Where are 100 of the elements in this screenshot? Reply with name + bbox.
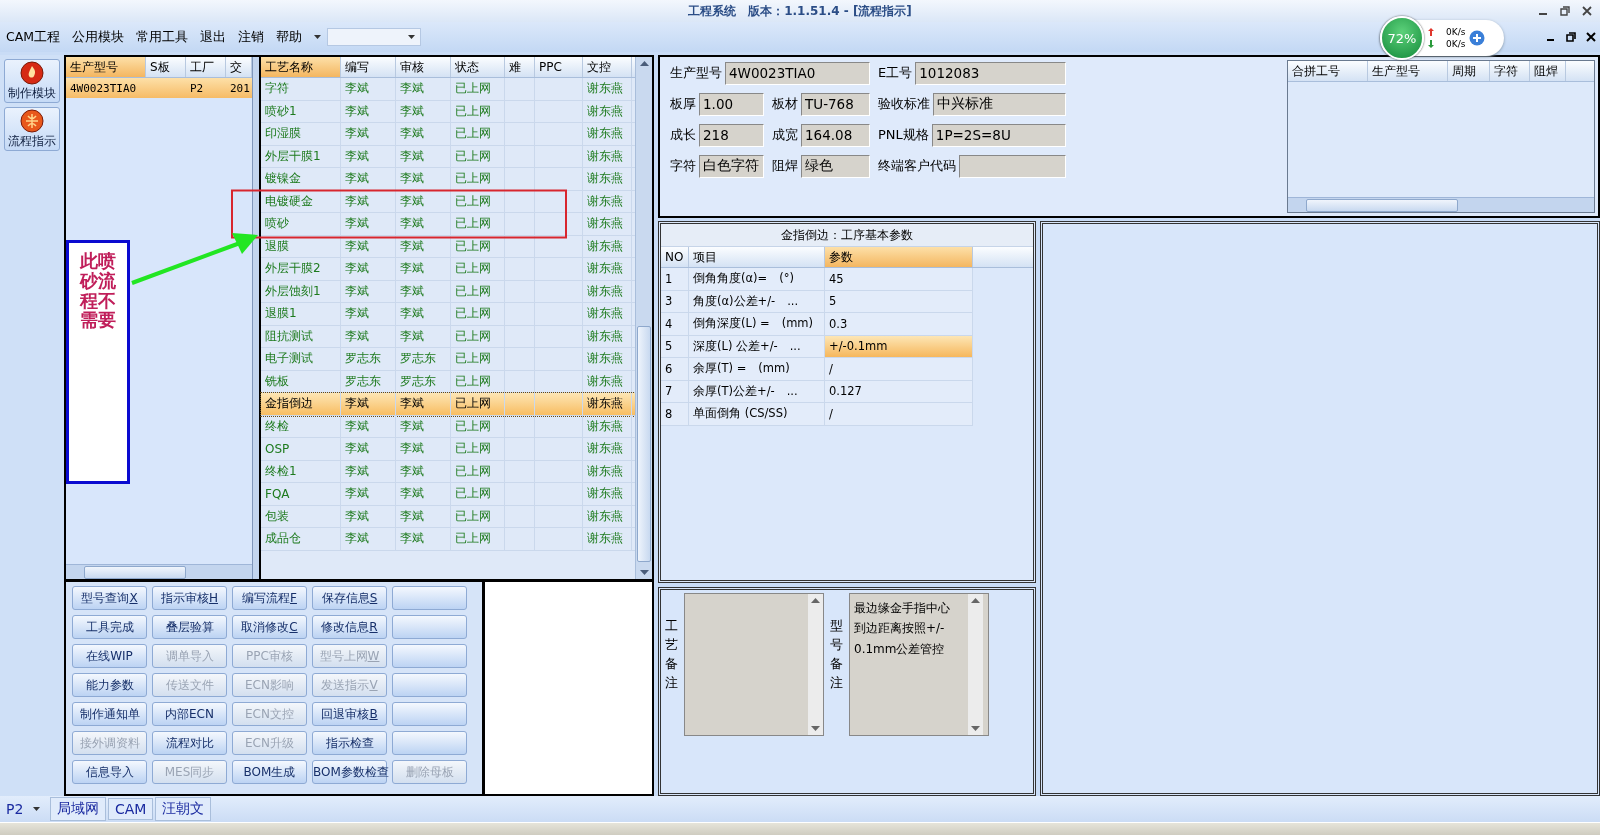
column-header[interactable]: 审核	[396, 57, 451, 77]
menu-item[interactable]: 帮助	[276, 28, 303, 46]
scroll-up-icon[interactable]	[639, 61, 649, 66]
parameter-row[interactable]: 7 余厚(T)公差+/- ... 0.127	[661, 380, 1033, 403]
input-field[interactable]: 白色字符	[699, 154, 764, 178]
column-header[interactable]: 难	[505, 57, 535, 77]
process-row[interactable]: 喷砂1 李斌 李斌 已上网 谢东燕	[261, 100, 635, 123]
site-dropdown[interactable]: P2	[6, 801, 48, 817]
close-icon[interactable]	[1586, 32, 1596, 42]
column-header[interactable]: 生产型号	[1368, 61, 1448, 81]
input-field[interactable]: 绿色	[801, 154, 870, 178]
action-button[interactable]: 型号查询X	[72, 586, 147, 610]
caret-icon[interactable]	[33, 807, 41, 811]
input-field[interactable]: TU-768	[801, 92, 870, 116]
parameter-row[interactable]: 8 单面倒角 (CS/SS) /	[661, 403, 1033, 426]
menu-item[interactable]: 常用工具	[136, 28, 189, 46]
column-header[interactable]: 编写	[341, 57, 396, 77]
parameter-row[interactable]: 4 倒角深度(L) = (mm) 0.3	[661, 313, 1033, 336]
action-button[interactable]: 在线WIP	[72, 644, 147, 668]
parameter-row[interactable]: 6 余厚(T) = (mm) /	[661, 358, 1033, 381]
column-header[interactable]: 状态	[451, 57, 505, 77]
process-row[interactable]: 电子测试 罗志东 罗志东 已上网 谢东燕	[261, 348, 635, 371]
caret-icon[interactable]	[314, 35, 322, 39]
input-field[interactable]: 164.08	[801, 123, 870, 147]
column-header[interactable]: 工艺名称	[261, 57, 341, 77]
scroll-up-icon[interactable]	[811, 598, 820, 603]
input-field[interactable]: 中兴标准	[933, 92, 1066, 116]
menu-item[interactable]: CAM工程	[6, 28, 61, 46]
column-header[interactable]: 周期	[1448, 61, 1490, 81]
scroll-down-icon[interactable]	[811, 726, 820, 731]
restore-icon[interactable]	[1560, 6, 1570, 16]
process-row[interactable]: 外层干膜2 李斌 李斌 已上网 谢东燕	[261, 258, 635, 281]
process-row[interactable]: 喷砂 李斌 李斌 已上网 谢东燕	[261, 213, 635, 236]
input-field[interactable]: 1.00	[699, 92, 764, 116]
input-field[interactable]: 218	[699, 123, 764, 147]
module-button[interactable]: 制作模块	[4, 59, 60, 103]
process-row[interactable]: 包装 李斌 李斌 已上网 谢东燕	[261, 505, 635, 528]
input-field[interactable]: 1012083	[915, 61, 1066, 85]
process-row[interactable]: 电镀硬金 李斌 李斌 已上网 谢东燕	[261, 190, 635, 213]
process-row[interactable]: 外层干膜1 李斌 李斌 已上网 谢东燕	[261, 145, 635, 168]
process-row[interactable]: 外层蚀刻1 李斌 李斌 已上网 谢东燕	[261, 280, 635, 303]
column-header[interactable]: NO	[661, 247, 689, 267]
caret-icon[interactable]	[408, 35, 416, 39]
scroll-down-icon[interactable]	[971, 726, 980, 731]
process-row[interactable]: OSP 李斌 李斌 已上网 谢东燕	[261, 438, 635, 461]
process-row[interactable]: 终检 李斌 李斌 已上网 谢东燕	[261, 415, 635, 438]
action-button[interactable]: 回退审核B	[312, 702, 387, 726]
process-row[interactable]: 退膜1 李斌 李斌 已上网 谢东燕	[261, 303, 635, 326]
column-header[interactable]: 参数	[825, 247, 973, 267]
parameter-row[interactable]: 3 角度(α)公差+/- ... 5	[661, 290, 1033, 313]
input-field[interactable]: 1P=2S=8U	[931, 123, 1066, 147]
scroll-down-icon[interactable]	[639, 570, 649, 575]
action-button[interactable]: 指示审核H	[152, 586, 227, 610]
process-row[interactable]: 阻抗测试 李斌 李斌 已上网 谢东燕	[261, 325, 635, 348]
dropdown-field[interactable]	[327, 28, 422, 46]
grid-row[interactable]: 4W0023TIA0 P2 201	[66, 78, 252, 98]
process-row[interactable]: 镀镍金 李斌 李斌 已上网 谢东燕	[261, 168, 635, 191]
action-button[interactable]: 指示检查	[312, 731, 387, 755]
action-button[interactable]: 取消修改C	[232, 615, 307, 639]
scroll-up-icon[interactable]	[971, 598, 980, 603]
vertical-scrollbar[interactable]	[635, 57, 652, 579]
action-button[interactable]: 信息导入	[72, 760, 147, 784]
parameter-row[interactable]: 5 深度(L) 公差+/- ... +/-0.1mm	[661, 335, 1033, 358]
scroll-thumb[interactable]	[637, 326, 651, 562]
module-button[interactable]: 流程指示	[4, 107, 60, 151]
column-header[interactable]: 文控	[583, 57, 632, 77]
horizontal-scrollbar[interactable]	[66, 564, 252, 579]
column-header[interactable]: 阻焊	[1530, 61, 1566, 81]
note-field[interactable]: 最边缘金手指中心到边距离按照+/-0.1mm公差管控	[849, 593, 989, 736]
splitter-bar[interactable]	[252, 57, 261, 579]
column-header[interactable]: 合拼工号	[1288, 61, 1368, 81]
action-button[interactable]: 编写流程F	[232, 586, 307, 610]
action-button[interactable]: 制作通知单	[72, 702, 147, 726]
column-header[interactable]: 生产型号	[66, 57, 146, 77]
action-button[interactable]: 内部ECN	[152, 702, 227, 726]
column-header[interactable]: 字符	[1490, 61, 1530, 81]
column-header[interactable]: 工厂	[186, 57, 226, 77]
parameter-row[interactable]: 1 倒角角度(α)= (°) 45	[661, 268, 1033, 291]
menu-item[interactable]: 公用模块	[72, 28, 125, 46]
process-row[interactable]: 成品仓 李斌 李斌 已上网 谢东燕	[261, 528, 635, 551]
process-row[interactable]: 金指倒边 李斌 李斌 已上网 谢东燕	[261, 393, 635, 416]
menu-item[interactable]: 退出	[200, 28, 227, 46]
column-header[interactable]: PPC	[535, 57, 583, 77]
note-field[interactable]	[684, 593, 824, 736]
close-icon[interactable]	[1582, 6, 1592, 16]
action-button[interactable]: 能力参数	[72, 673, 147, 697]
horizontal-scrollbar[interactable]	[1288, 197, 1594, 212]
input-field[interactable]	[959, 154, 1066, 178]
action-button[interactable]: 流程对比	[152, 731, 227, 755]
plus-icon[interactable]	[1469, 30, 1486, 46]
action-button[interactable]: 工具完成	[72, 615, 147, 639]
process-row[interactable]: 印湿膜 李斌 李斌 已上网 谢东燕	[261, 123, 635, 146]
action-button[interactable]: 修改信息R	[312, 615, 387, 639]
process-row[interactable]: 终检1 李斌 李斌 已上网 谢东燕	[261, 460, 635, 483]
column-header[interactable]: S板	[146, 57, 186, 77]
process-row[interactable]: FQA 李斌 李斌 已上网 谢东燕	[261, 483, 635, 506]
action-button[interactable]: BOM生成	[232, 760, 307, 784]
restore-icon[interactable]	[1566, 32, 1576, 42]
action-button[interactable]: BOM参数检查	[312, 760, 387, 784]
process-row[interactable]: 退膜 李斌 李斌 已上网 谢东燕	[261, 235, 635, 258]
